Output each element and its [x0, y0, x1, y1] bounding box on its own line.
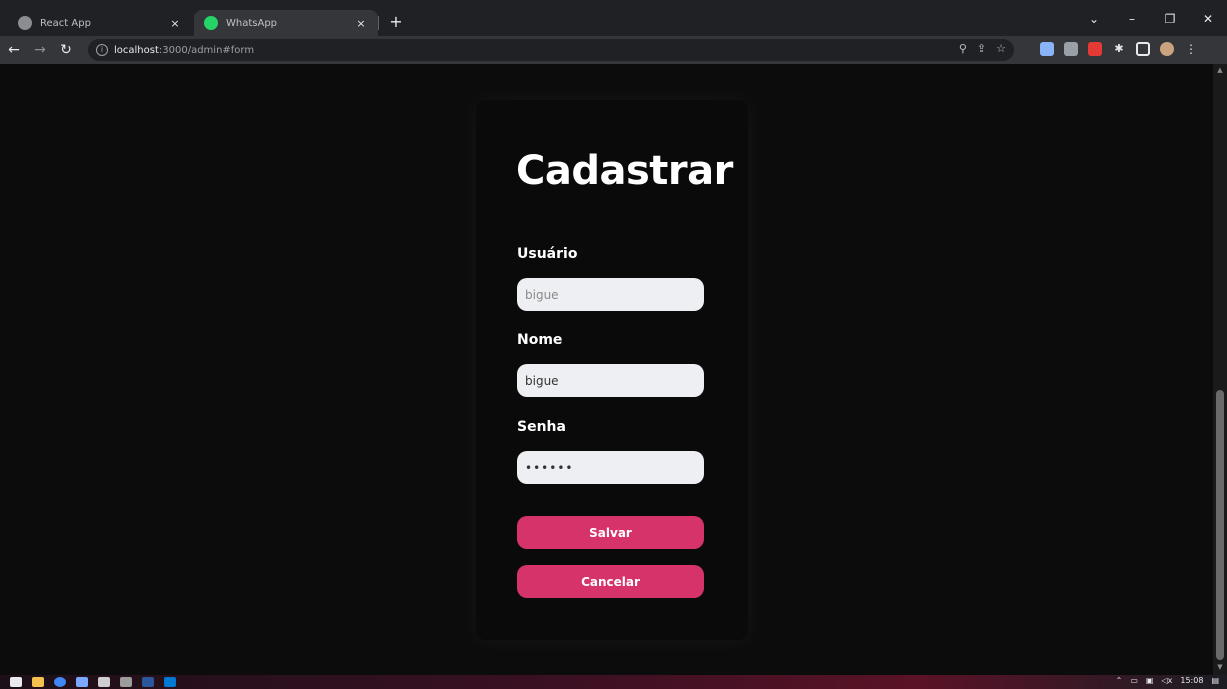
- scroll-thumb[interactable]: [1216, 390, 1224, 660]
- tab-search-icon[interactable]: ⌄: [1075, 8, 1113, 30]
- address-bar[interactable]: i localhost:3000/admin#form ⚲ ⇪ ☆: [88, 39, 1014, 61]
- back-icon[interactable]: ←: [2, 38, 26, 62]
- tab-title: React App: [40, 17, 91, 29]
- tab-separator: [378, 16, 379, 30]
- url-path: :3000/admin#form: [158, 44, 255, 56]
- close-icon[interactable]: ×: [354, 17, 368, 30]
- tab-title: WhatsApp: [226, 17, 278, 29]
- file-explorer-icon[interactable]: [32, 677, 44, 687]
- battery-icon[interactable]: ▭: [1130, 676, 1138, 685]
- nome-label: Nome: [517, 332, 563, 348]
- extensions-area: ✱ ⋮: [1040, 42, 1198, 56]
- save-button[interactable]: Salvar: [517, 516, 704, 549]
- minimize-icon[interactable]: –: [1113, 8, 1151, 30]
- share-icon[interactable]: ⇪: [977, 42, 986, 55]
- url-host: localhost: [114, 44, 159, 56]
- start-icon[interactable]: [10, 677, 22, 687]
- ublock-icon[interactable]: [1088, 42, 1102, 56]
- clock-time[interactable]: 15:08: [1180, 676, 1203, 685]
- settings-icon[interactable]: [98, 677, 110, 687]
- usuario-label: Usuário: [517, 246, 578, 262]
- sidepanel-icon[interactable]: [1136, 42, 1150, 56]
- system-tray: ⌃ ▭ ▣ ◁x 15:08 ▤: [1116, 676, 1219, 685]
- bookmark-star-icon[interactable]: ☆: [996, 42, 1006, 55]
- volume-icon[interactable]: ◁x: [1161, 676, 1172, 685]
- whatsapp-icon: [204, 16, 218, 30]
- scroll-down-arrow-icon[interactable]: ▼: [1213, 663, 1227, 673]
- network-icon[interactable]: ▣: [1146, 676, 1154, 685]
- page-title: Cadastrar: [516, 148, 733, 194]
- avatar[interactable]: [1160, 42, 1174, 56]
- omnibox-actions: ⚲ ⇪ ☆: [959, 42, 1006, 55]
- close-window-icon[interactable]: ✕: [1189, 8, 1227, 30]
- new-tab-button[interactable]: +: [386, 12, 406, 32]
- globe-icon: [18, 16, 32, 30]
- browser-tabstrip: React App × WhatsApp × + ⌄ – ❐ ✕: [0, 0, 1227, 36]
- forward-icon[interactable]: →: [28, 38, 52, 62]
- senha-label: Senha: [517, 419, 566, 435]
- tab-react-app[interactable]: React App ×: [8, 10, 192, 36]
- tab-whatsapp[interactable]: WhatsApp ×: [194, 10, 378, 36]
- zoom-icon[interactable]: ⚲: [959, 42, 967, 55]
- scroll-up-arrow-icon[interactable]: ▲: [1213, 66, 1227, 76]
- senha-input[interactable]: [517, 451, 704, 484]
- browser-toolbar: ← → ↻ i localhost:3000/admin#form ⚲ ⇪ ☆ …: [0, 36, 1227, 64]
- chevron-up-icon[interactable]: ⌃: [1116, 676, 1123, 685]
- word-icon[interactable]: [142, 677, 154, 687]
- os-taskbar: ⌃ ▭ ▣ ◁x 15:08 ▤: [0, 675, 1227, 689]
- cancel-button[interactable]: Cancelar: [517, 565, 704, 598]
- notification-icon[interactable]: ▤: [1211, 676, 1219, 685]
- page-scrollbar[interactable]: ▲ ▼: [1213, 64, 1227, 675]
- window-controls: ⌄ – ❐ ✕: [1075, 8, 1227, 30]
- app-icon[interactable]: [76, 677, 88, 687]
- menu-kebab-icon[interactable]: ⋮: [1184, 42, 1198, 56]
- puzzle-icon[interactable]: ✱: [1112, 42, 1126, 56]
- translate-icon[interactable]: [1064, 42, 1078, 56]
- vscode-icon[interactable]: [164, 677, 176, 687]
- extension-icon[interactable]: [1040, 42, 1054, 56]
- restore-icon[interactable]: ❐: [1151, 8, 1189, 30]
- close-icon[interactable]: ×: [168, 17, 182, 30]
- chrome-icon[interactable]: [54, 677, 66, 687]
- reload-icon[interactable]: ↻: [54, 38, 78, 62]
- terminal-icon[interactable]: [120, 677, 132, 687]
- nome-input[interactable]: [517, 364, 704, 397]
- info-icon[interactable]: i: [96, 44, 108, 56]
- usuario-input[interactable]: [517, 278, 704, 311]
